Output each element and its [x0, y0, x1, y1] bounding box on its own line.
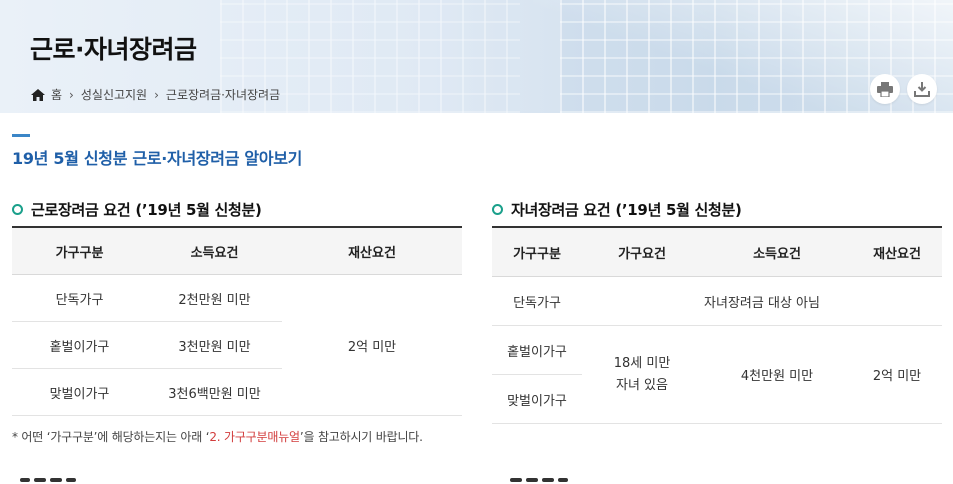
not-eligible-note: 자녀장려금 대상 아님: [582, 276, 942, 326]
table-header-row: 가구구분 가구요건 소득요건 재산요건: [492, 227, 942, 277]
column-header: 가구구분: [12, 227, 147, 275]
download-icon: [914, 81, 930, 97]
table-row: 단독가구 2천만원 미만 2억 미만: [12, 274, 462, 416]
income-requirement: 3천6백만원 미만: [147, 368, 282, 416]
earned-income-heading: 근로장려금 요건 (’19년 5월 신청분): [12, 199, 262, 220]
table-header-row: 가구구분 소득요건 재산요건: [12, 227, 462, 275]
child-credit-heading: 자녀장려금 요건 (’19년 5월 신청분): [492, 199, 742, 220]
household-type: 홑벌이가구: [492, 325, 582, 375]
section-accent: [12, 134, 30, 137]
household-requirement: 18세 미만 자녀 있음: [582, 325, 702, 424]
household-type: 맞벌이가구: [492, 374, 582, 424]
income-requirement: 2천만원 미만: [147, 274, 282, 322]
section-title: 19년 5월 신청분 근로·자녀장려금 알아보기: [12, 149, 303, 168]
column-header: 소득요건: [702, 227, 852, 277]
next-heading-cut: [492, 472, 572, 484]
circle-bullet-icon: [12, 204, 23, 215]
page-title: 근로·자녀장려금: [30, 35, 197, 64]
column-header: 가구구분: [492, 227, 582, 277]
household-type: 홑벌이가구: [12, 321, 147, 369]
printer-icon: [877, 81, 893, 97]
chevron-right-icon: ›: [69, 87, 74, 102]
household-manual-link[interactable]: 2. 가구구분매뉴얼: [209, 430, 300, 444]
breadcrumb-item[interactable]: 성실신고지원: [81, 86, 147, 103]
household-type: 단독가구: [492, 276, 582, 326]
download-button[interactable]: [907, 74, 937, 104]
next-heading-cut: [12, 472, 92, 484]
breadcrumb-home[interactable]: 홈: [51, 86, 62, 103]
column-header: 재산요건: [852, 227, 942, 277]
income-requirement: 4천만원 미만: [702, 325, 852, 424]
earned-income-requirements-table: 가구구분 소득요건 재산요건 단독가구 2천만원 미만 2억 미만 홑벌이가구 …: [12, 226, 462, 416]
table-row: 단독가구 자녀장려금 대상 아님: [492, 276, 942, 326]
circle-bullet-icon: [492, 204, 503, 215]
asset-requirement: 2억 미만: [282, 274, 462, 416]
footnote: * 어떤 ‘가구구분’에 해당하는지는 아래 ‘2. 가구구분매뉴얼’을 참고하…: [12, 430, 423, 444]
breadcrumb: 홈 › 성실신고지원 › 근로장려금·자녀장려금: [31, 86, 280, 103]
household-type: 맞벌이가구: [12, 368, 147, 416]
household-type: 단독가구: [12, 274, 147, 322]
income-requirement: 3천만원 미만: [147, 321, 282, 369]
print-button[interactable]: [870, 74, 900, 104]
column-header: 소득요건: [147, 227, 282, 275]
breadcrumb-current[interactable]: 근로장려금·자녀장려금: [166, 86, 280, 103]
column-header: 가구요건: [582, 227, 702, 277]
column-header: 재산요건: [282, 227, 462, 275]
home-icon[interactable]: [31, 88, 45, 101]
table-row: 홑벌이가구 18세 미만 자녀 있음 4천만원 미만 2억 미만: [492, 325, 942, 424]
child-credit-requirements-table: 가구구분 가구요건 소득요건 재산요건 단독가구 자녀장려금 대상 아님 홑벌이…: [492, 226, 942, 424]
chevron-right-icon: ›: [154, 87, 159, 102]
asset-requirement: 2억 미만: [852, 325, 942, 424]
